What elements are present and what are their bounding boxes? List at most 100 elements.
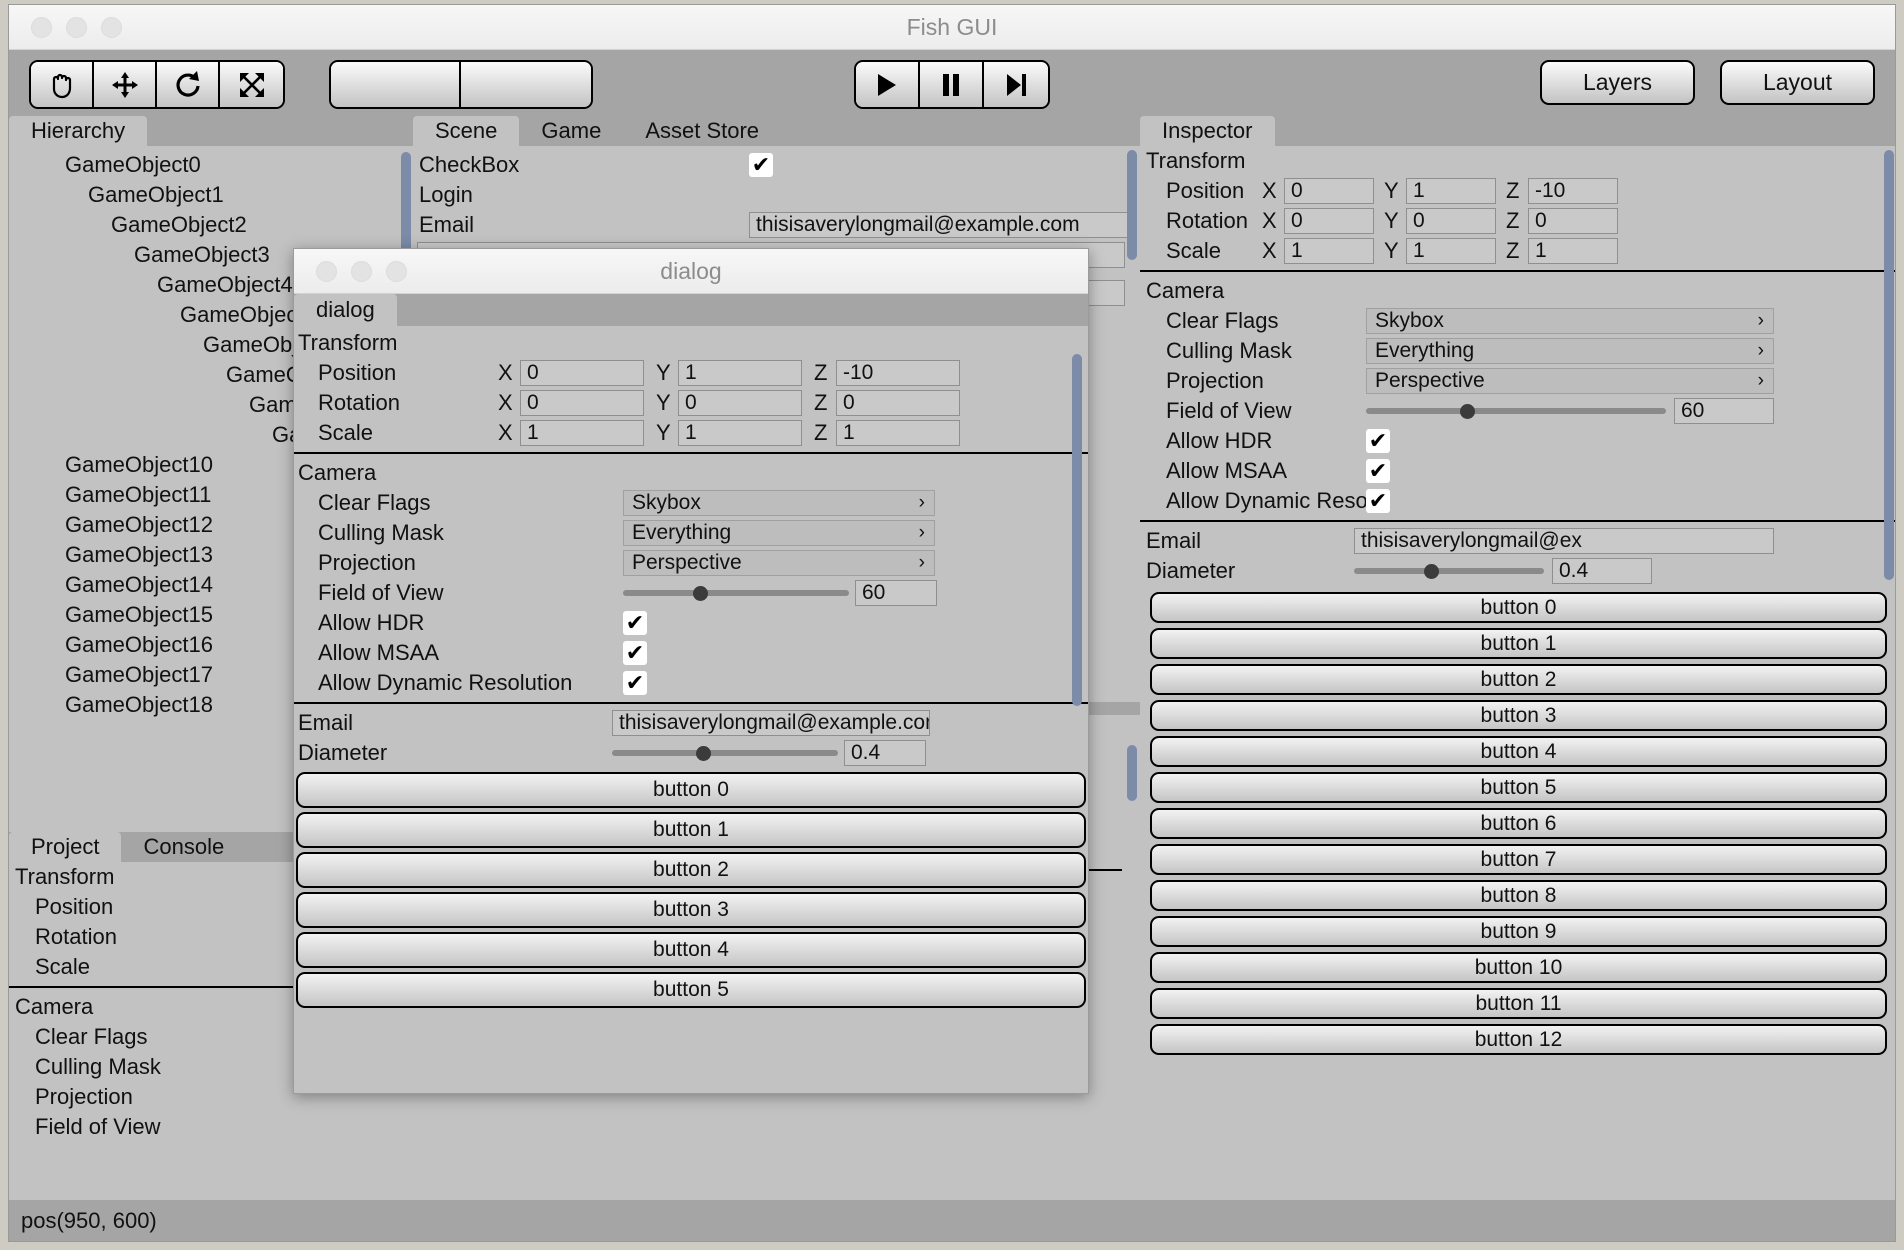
tab-scene[interactable]: Scene	[413, 116, 520, 146]
inspector-checkbox-allow-dynamic[interactable]: ✔	[1366, 489, 1390, 513]
inspector-button[interactable]: button 4	[1150, 736, 1887, 767]
inspector-button[interactable]: button 7	[1150, 844, 1887, 875]
inspector-scale-z[interactable]: 1	[1528, 238, 1618, 264]
dialog-diameter-slider[interactable]	[612, 740, 838, 766]
layers-button[interactable]: Layers	[1540, 60, 1695, 105]
slider-knob[interactable]	[1460, 404, 1476, 419]
inspector-dropdown-clear-flags[interactable]: Skybox ›	[1366, 308, 1774, 334]
dialog-titlebar[interactable]: dialog	[294, 249, 1088, 294]
inspector-diameter-value[interactable]: 0.4	[1552, 558, 1652, 584]
inspector-button[interactable]: button 5	[1150, 772, 1887, 803]
tab-project[interactable]: Project	[9, 832, 122, 862]
dialog-fov-slider[interactable]	[623, 580, 849, 606]
move-tool-button[interactable]	[94, 62, 157, 107]
lower-center-scrollbar[interactable]	[1127, 745, 1137, 801]
pause-button[interactable]	[920, 62, 984, 107]
inspector-checkbox-allow-hdr[interactable]: ✔	[1366, 429, 1390, 453]
dialog-fov-value[interactable]: 60	[855, 580, 937, 606]
tab-asset-store[interactable]: Asset Store	[623, 116, 781, 146]
dialog-scale-z[interactable]: 1	[836, 420, 960, 446]
dialog-button[interactable]: button 3	[296, 892, 1086, 928]
inspector-position-y[interactable]: 1	[1406, 178, 1496, 204]
inspector-button[interactable]: button 1	[1150, 628, 1887, 659]
dialog-button[interactable]: button 5	[296, 972, 1086, 1008]
minimize-button[interactable]	[66, 16, 87, 38]
dialog-rotation-x[interactable]: 0	[520, 390, 644, 416]
tab-hierarchy[interactable]: Hierarchy	[9, 116, 148, 146]
dialog-position-z[interactable]: -10	[836, 360, 960, 386]
inspector-button[interactable]: button 8	[1150, 880, 1887, 911]
inspector-fov-value[interactable]: 60	[1674, 398, 1774, 424]
inspector-dropdown-culling-mask[interactable]: Everything ›	[1366, 338, 1774, 364]
inspector-button[interactable]: button 9	[1150, 916, 1887, 947]
inspector-button[interactable]: button 12	[1150, 1024, 1887, 1055]
toolbar-field-2[interactable]	[461, 62, 591, 107]
inspector-position-x[interactable]: 0	[1284, 178, 1374, 204]
dialog-window[interactable]: dialog dialog Transform Position X 0 Y 1…	[293, 248, 1089, 1094]
scene-scrollbar[interactable]	[1127, 150, 1137, 260]
inspector-position-z[interactable]: -10	[1528, 178, 1618, 204]
dialog-dropdown-culling-mask[interactable]: Everything ›	[623, 520, 935, 546]
inspector-email-input[interactable]: thisisaverylongmail@ex	[1354, 528, 1774, 554]
hierarchy-item[interactable]: GameObject2	[9, 210, 413, 240]
dialog-button[interactable]: button 0	[296, 772, 1086, 808]
dialog-zoom-button[interactable]	[386, 260, 407, 282]
dialog-checkbox-allow-msaa[interactable]: ✔	[623, 641, 647, 665]
dialog-button[interactable]: button 2	[296, 852, 1086, 888]
dialog-dropdown-projection[interactable]: Perspective ›	[623, 550, 935, 576]
scale-tool-button[interactable]	[220, 62, 283, 107]
inspector-button[interactable]: button 11	[1150, 988, 1887, 1019]
dialog-rotation-y[interactable]: 0	[678, 390, 802, 416]
inspector-checkbox-allow-msaa[interactable]: ✔	[1366, 459, 1390, 483]
inspector-scale-x[interactable]: 1	[1284, 238, 1374, 264]
hand-tool-button[interactable]	[31, 62, 94, 107]
inspector-dropdown-projection[interactable]: Perspective ›	[1366, 368, 1774, 394]
step-button[interactable]	[984, 62, 1048, 107]
toolbar-field-1[interactable]	[331, 62, 461, 107]
scene-email-input[interactable]: thisisaverylongmail@example.com	[749, 212, 1131, 238]
inspector-button[interactable]: button 3	[1150, 700, 1887, 731]
dialog-diameter-value[interactable]: 0.4	[844, 740, 926, 766]
inspector-rotation-y[interactable]: 0	[1406, 208, 1496, 234]
inspector-scale-y[interactable]: 1	[1406, 238, 1496, 264]
dialog-email-input[interactable]: thisisaverylongmail@example.com	[612, 710, 930, 736]
slider-knob[interactable]	[696, 746, 712, 761]
project-row-fov[interactable]: Field of View	[9, 1112, 413, 1142]
dialog-minimize-button[interactable]	[351, 260, 372, 282]
dialog-position-y[interactable]: 1	[678, 360, 802, 386]
tab-inspector[interactable]: Inspector	[1140, 116, 1275, 146]
zoom-button[interactable]	[101, 16, 122, 38]
layout-button[interactable]: Layout	[1720, 60, 1875, 105]
dialog-button[interactable]: button 1	[296, 812, 1086, 848]
inspector-button[interactable]: button 2	[1150, 664, 1887, 695]
hierarchy-item[interactable]: GameObject1	[9, 180, 413, 210]
play-button[interactable]	[856, 62, 920, 107]
dialog-close-button[interactable]	[316, 260, 337, 282]
dialog-position-x[interactable]: 0	[520, 360, 644, 386]
dialog-scrollbar[interactable]	[1072, 354, 1082, 706]
dialog-dropdown-clear-flags[interactable]: Skybox ›	[623, 490, 935, 516]
slider-knob[interactable]	[692, 586, 708, 601]
inspector-rotation-x[interactable]: 0	[1284, 208, 1374, 234]
hierarchy-item[interactable]: GameObject0	[9, 150, 413, 180]
inspector-button[interactable]: button 0	[1150, 592, 1887, 623]
slider-knob[interactable]	[1424, 564, 1439, 579]
scene-checkbox[interactable]: ✔	[749, 153, 773, 177]
inspector-scrollbar[interactable]	[1884, 150, 1894, 580]
inspector-button[interactable]: button 6	[1150, 808, 1887, 839]
inspector-button[interactable]: button 10	[1150, 952, 1887, 983]
tab-console[interactable]: Console	[121, 832, 246, 862]
dialog-scale-y[interactable]: 1	[678, 420, 802, 446]
rotate-tool-button[interactable]	[157, 62, 220, 107]
close-button[interactable]	[31, 16, 52, 38]
dialog-checkbox-allow-dynamic[interactable]: ✔	[623, 671, 647, 695]
dialog-checkbox-allow-hdr[interactable]: ✔	[623, 611, 647, 635]
dialog-rotation-z[interactable]: 0	[836, 390, 960, 416]
inspector-fov-slider[interactable]	[1366, 398, 1666, 424]
inspector-diameter-slider[interactable]	[1354, 558, 1544, 584]
inspector-rotation-z[interactable]: 0	[1528, 208, 1618, 234]
tab-game[interactable]: Game	[519, 116, 623, 146]
tab-dialog[interactable]: dialog	[294, 294, 397, 326]
dialog-scale-x[interactable]: 1	[520, 420, 644, 446]
dialog-button[interactable]: button 4	[296, 932, 1086, 968]
